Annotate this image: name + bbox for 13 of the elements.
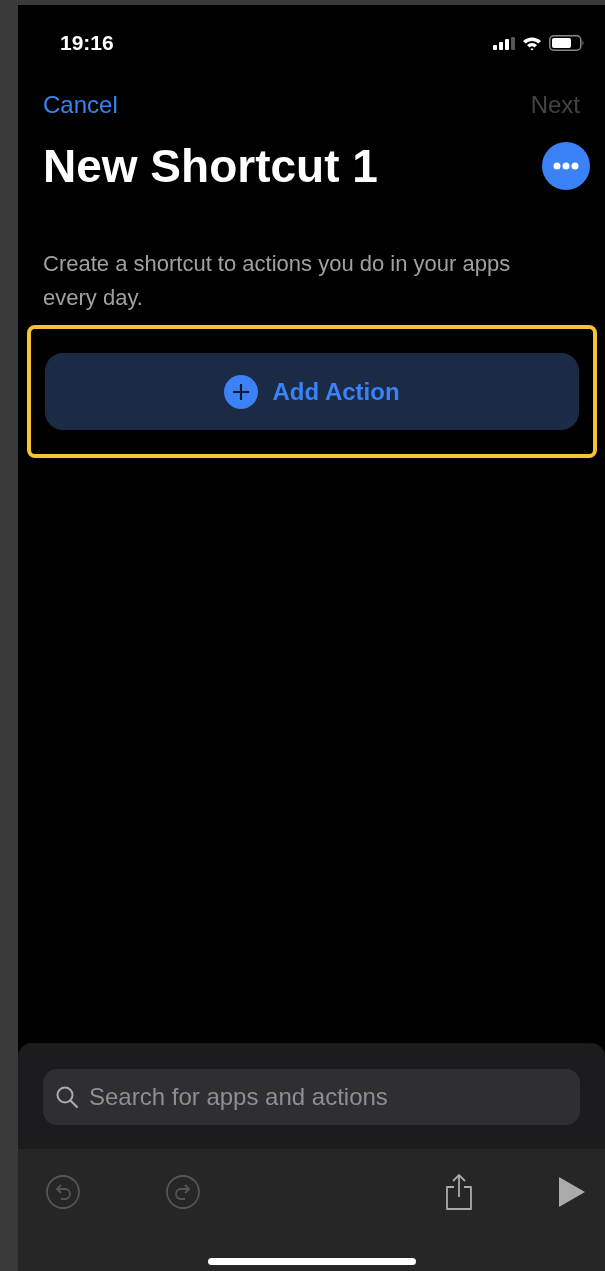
description-text: Create a shortcut to actions you do in your apps every day. [43,250,512,312]
status-time: 19:16 [60,31,114,55]
plus-icon [224,374,259,409]
signal-icon [493,36,515,50]
more-icon[interactable] [542,142,590,190]
shortcut-title: New Shortcut 1 [43,139,378,193]
add-action-button[interactable]: Add Action [45,353,579,430]
share-icon[interactable] [443,1173,475,1211]
battery-icon [549,35,585,51]
cancel-button[interactable]: Cancel [43,91,118,119]
search-field[interactable]: Search for apps and actions [43,1069,580,1125]
wifi-icon [522,35,542,51]
play-icon[interactable] [559,1177,585,1207]
